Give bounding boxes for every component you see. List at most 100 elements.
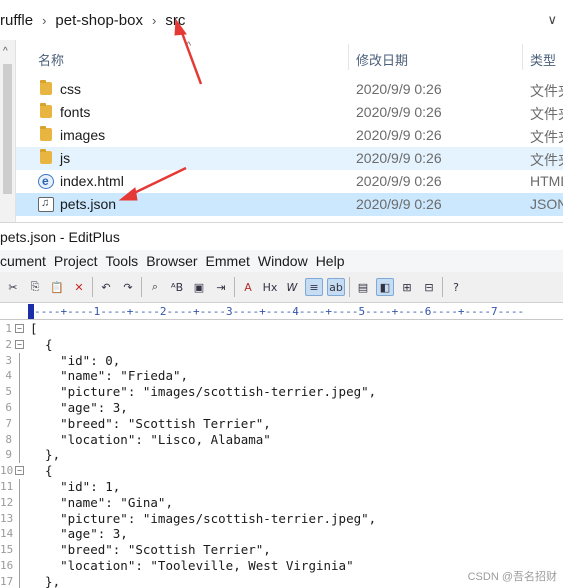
menu-help[interactable]: Help <box>316 253 345 269</box>
menu-browser[interactable]: Browser <box>146 253 197 269</box>
replace-icon[interactable]: ᴬB <box>168 278 186 296</box>
file-date: 2020/9/9 0:26 <box>356 104 442 120</box>
column-divider[interactable] <box>348 44 349 70</box>
breadcrumb-item-src[interactable]: src <box>165 12 185 29</box>
toolbar-separator <box>141 277 142 297</box>
column-header-name[interactable]: 名称 <box>38 50 64 69</box>
code-text: "age": 3, <box>30 526 128 542</box>
find-in-files-icon[interactable]: ▣ <box>190 278 208 296</box>
undo-icon[interactable]: ↶ <box>97 278 115 296</box>
line-number: 3 <box>5 353 12 367</box>
folder-icon <box>40 149 52 164</box>
fold-guide <box>19 494 20 511</box>
file-name: fonts <box>60 104 91 120</box>
column-divider[interactable] <box>522 44 523 70</box>
line-number: 12 <box>0 495 14 509</box>
code-line[interactable]: 8 "location": "Lisco, Alabama" <box>0 431 563 448</box>
column-header-modified[interactable]: 修改日期 <box>356 50 408 69</box>
fold-guide <box>19 431 20 448</box>
chevron-right-icon[interactable]: › <box>42 13 46 28</box>
code-line[interactable]: 3 "id": 0, <box>0 352 563 369</box>
line-number: 16 <box>0 559 14 572</box>
fold-guide <box>19 510 20 527</box>
folder-icon <box>40 80 52 95</box>
file-name: images <box>60 127 106 143</box>
folder-icon <box>40 126 52 141</box>
code-line[interactable]: 7 "breed": "Scottish Terrier", <box>0 415 563 432</box>
breadcrumb-item-pet-shop-box[interactable]: pet-shop-box <box>55 12 143 29</box>
file-type: HTML <box>530 173 563 189</box>
breadcrumb-item-ruffle[interactable]: ruffle <box>0 12 33 29</box>
toolbar: ✂ ⎘ 📋 ✕ ↶ ↷ ⌕ ᴬB ▣ ⇥ A Hx W ≡ ab ▤ ◧ ⊞ ⊟… <box>0 272 563 303</box>
file-type: 文件夹 <box>530 152 563 168</box>
file-date: 2020/9/9 0:26 <box>356 81 442 97</box>
code-line[interactable]: 15 "breed": "Scottish Terrier", <box>0 542 563 558</box>
fold-toggle-icon[interactable]: − <box>15 466 24 476</box>
line-number: 14 <box>0 527 14 541</box>
file-name: index.html <box>60 173 124 189</box>
copy-icon[interactable]: ⎘ <box>26 278 44 296</box>
view-icon[interactable]: ▤ <box>354 278 372 296</box>
code-editor[interactable]: 1−[2− {3 "id": 0, 4 "name": "Frieda", 5 "p… <box>0 321 563 588</box>
line-number: 5 <box>5 385 12 399</box>
code-text: "id": 0, <box>30 352 121 368</box>
word-wrap-icon[interactable]: W <box>283 278 301 296</box>
fold-guide <box>19 400 20 416</box>
menu-tools[interactable]: Tools <box>106 253 139 269</box>
font-icon[interactable]: A <box>239 278 257 296</box>
file-row-images[interactable]: images 2020/9/9 0:26 文件夹 <box>16 124 563 147</box>
line-numbers-icon[interactable]: ≡ <box>305 278 323 296</box>
code-line[interactable]: 11 "id": 1, <box>0 479 563 495</box>
column-header-type[interactable]: 类型 <box>530 50 556 69</box>
spell-check-icon[interactable]: ab <box>327 278 345 296</box>
chevron-right-icon[interactable]: › <box>152 13 156 28</box>
fold-guide <box>19 352 20 369</box>
file-row-fonts[interactable]: fonts 2020/9/9 0:26 文件夹 <box>16 101 563 124</box>
file-list: ^ 名称 修改日期 类型 css 2020/9/9 0:26 文件夹 fonts… <box>16 40 563 222</box>
navigation-pane-scrollbar[interactable]: ^ <box>0 40 16 222</box>
code-line[interactable]: 10− { <box>0 463 563 479</box>
code-line[interactable]: 2− { <box>0 337 563 353</box>
fold-toggle-icon[interactable]: − <box>15 324 24 333</box>
toolbar-separator <box>234 277 235 297</box>
user-tool-icon[interactable]: ⊞ <box>398 278 416 296</box>
code-line[interactable]: 1−[ <box>0 321 563 337</box>
menu-window[interactable]: Window <box>258 253 308 269</box>
code-line[interactable]: 9 }, <box>0 447 563 464</box>
file-row-index-html[interactable]: index.html 2020/9/9 0:26 HTML <box>16 170 563 193</box>
heading-icon[interactable]: Hx <box>261 278 279 296</box>
file-row-css[interactable]: css 2020/9/9 0:26 文件夹 <box>16 78 563 101</box>
delete-icon[interactable]: ✕ <box>70 278 88 296</box>
chevron-down-icon[interactable]: ∨ <box>547 12 557 28</box>
help-icon[interactable]: ? <box>447 278 465 296</box>
code-line[interactable]: 13 "picture": "images/scottish-terrier.j… <box>0 510 563 527</box>
fold-guide <box>19 573 20 588</box>
menu-document[interactable]: cument <box>0 253 46 269</box>
redo-icon[interactable]: ↷ <box>119 278 137 296</box>
file-row-js[interactable]: js 2020/9/9 0:26 文件夹 <box>16 147 563 170</box>
scrollbar-thumb[interactable] <box>3 64 12 194</box>
cliptext-icon[interactable]: ⊟ <box>420 278 438 296</box>
ruler-marks: ----+----1----+----2----+----3----+----4… <box>34 305 525 318</box>
line-number: 9 <box>5 448 12 462</box>
code-line[interactable]: 5 "picture": "images/scottish-terrier.jp… <box>0 384 563 400</box>
goto-icon[interactable]: ⇥ <box>212 278 230 296</box>
paste-icon[interactable]: 📋 <box>48 278 66 296</box>
code-text: "picture": "images/scottish-terrier.jpeg… <box>30 384 377 400</box>
scroll-up-icon[interactable]: ^ <box>3 46 8 57</box>
code-line[interactable]: 12 "name": "Gina", <box>0 494 563 511</box>
menu-project[interactable]: Project <box>54 253 98 269</box>
fold-toggle-icon[interactable]: − <box>15 339 24 349</box>
fold-guide <box>19 368 20 385</box>
browser-preview-icon[interactable]: ◧ <box>376 278 394 296</box>
code-line[interactable]: 4 "name": "Frieda", <box>0 368 563 385</box>
find-icon[interactable]: ⌕ <box>146 278 164 296</box>
code-text: }, <box>30 447 61 463</box>
cut-icon[interactable]: ✂ <box>4 278 22 296</box>
menu-emmet[interactable]: Emmet <box>206 253 250 269</box>
file-row-pets-json[interactable]: pets.json 2020/9/9 0:26 JSON <box>16 193 563 216</box>
line-number: 1 <box>5 322 12 335</box>
code-line[interactable]: 14 "age": 3, <box>0 526 563 543</box>
code-line[interactable]: 6 "age": 3, <box>0 400 563 416</box>
fold-guide <box>19 479 20 495</box>
